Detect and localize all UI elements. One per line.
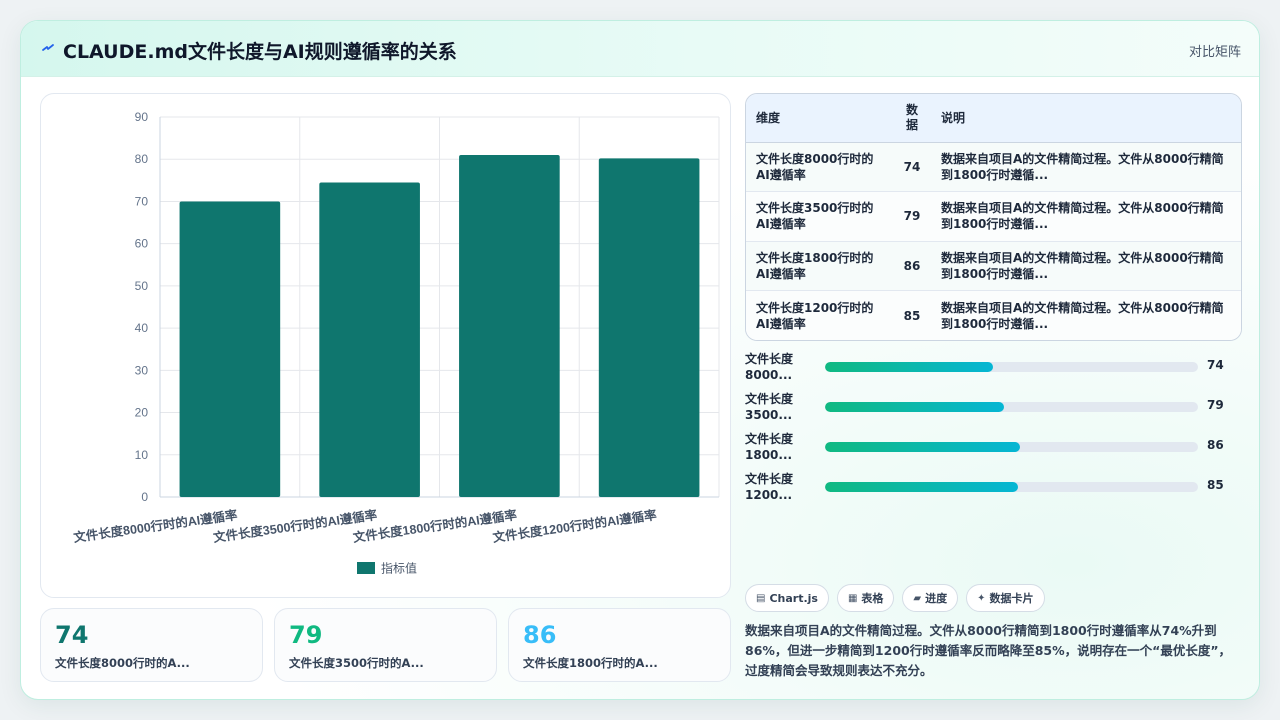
tag-chartjs[interactable]: ▤ Chart.js <box>745 584 829 612</box>
bar <box>179 201 281 497</box>
progress-label: 文件长度 1200... <box>745 472 794 502</box>
stat-label: 文件长度8000行时的A... <box>55 656 190 670</box>
progress-fill <box>825 442 1021 452</box>
table-cell-dimension: 文件长度1800行时的AI遵循率 <box>746 241 893 291</box>
tag-data-card[interactable]: ✦ 数据卡片 <box>966 584 1045 612</box>
tag-label: Chart.js <box>769 591 818 605</box>
progress-row: 文件长度 8000... 74 <box>745 351 1245 391</box>
dashboard-card: CLAUDE.md文件长度与AI规则遵循率的关系 对比矩阵 0 10 20 30 40 5… <box>20 20 1260 700</box>
compare-matrix-link[interactable]: 对比矩阵 <box>1189 41 1241 60</box>
y-tick-label: 70 <box>135 194 149 208</box>
legend-swatch <box>357 562 375 574</box>
table-cell-description: 数据来自项目A的文件精简过程。文件从8000行精简到1800行时遵循... <box>931 191 1241 242</box>
table-row: 文件长度1800行时的AI遵循率 86 数据来自项目A的文件精简过程。文件从80… <box>746 241 1241 291</box>
tag-progress[interactable]: ▰ 进度 <box>902 584 959 612</box>
stat-value: 74 <box>55 621 89 649</box>
bar-chart-panel: 0 10 20 30 40 50 60 70 80 90 文件长度8000行时的AI遵循率 文件长度3… <box>40 93 731 598</box>
progress-fill <box>825 362 993 372</box>
stat-label: 文件长度1800行时的A... <box>523 656 658 670</box>
progress-label: 文件长度 8000... <box>745 352 794 382</box>
progress-row: 文件长度 1800... 86 <box>745 431 1245 471</box>
progress-value: 79 <box>1207 398 1224 412</box>
bar <box>319 182 420 497</box>
tag-label: 表格 <box>861 592 884 605</box>
table-header-row: 维度 数据 说明 <box>746 94 1241 143</box>
progress-label: 文件长度 3500... <box>745 392 794 422</box>
tag-label: 数据卡片 <box>989 592 1034 605</box>
progress-value: 74 <box>1207 358 1224 372</box>
y-tick-label: 60 <box>135 237 149 251</box>
y-tick-label: 10 <box>135 448 149 462</box>
table-icon: ▦ <box>847 592 858 604</box>
table-cell-value: 79 <box>893 191 931 242</box>
table-cell-value: 74 <box>893 142 931 192</box>
table-cell-dimension: 文件长度1200行时的AI遵循率 <box>746 290 893 340</box>
table-header-description: 说明 <box>931 94 1241 143</box>
y-tick-label: 30 <box>135 363 149 377</box>
data-table: 维度 数据 说明 文件长度8000行时的AI遵循率 74 数据来自项目A的文件精… <box>746 94 1241 340</box>
stat-card: 86 文件长度1800行时的A... <box>508 608 731 682</box>
y-tick-label: 40 <box>135 321 149 335</box>
header: CLAUDE.md文件长度与AI规则遵循率的关系 对比矩阵 <box>21 21 1259 77</box>
table-header-dimension: 维度 <box>746 94 893 143</box>
y-tick-label: 80 <box>135 152 149 166</box>
progress-track <box>825 362 1198 372</box>
progress-value: 86 <box>1207 438 1224 452</box>
x-tick-label: 文件长度1200行时的AI遵循率 <box>492 507 658 545</box>
progress-value: 85 <box>1207 478 1224 492</box>
lightning-icon <box>42 44 54 51</box>
progress-track <box>825 402 1198 412</box>
tag-list: ▤ Chart.js ▦ 表格 ▰ 进度 ✦ 数据卡片 <box>745 584 1045 612</box>
progress-fill <box>825 482 1018 492</box>
table-cell-description: 数据来自项目A的文件精简过程。文件从8000行精简到1800行时遵循... <box>931 290 1241 340</box>
table-cell-description: 数据来自项目A的文件精简过程。文件从8000行精简到1800行时遵循... <box>931 241 1241 291</box>
y-tick-label: 50 <box>135 279 149 293</box>
progress-track <box>825 442 1198 452</box>
tag-label: 进度 <box>925 592 948 605</box>
bar-chart: 0102030405060708090文件长度8000行时的AI遵循率文件长度3… <box>73 110 720 576</box>
progress-label: 文件长度 1800... <box>745 432 794 462</box>
tag-table[interactable]: ▦ 表格 <box>836 584 895 612</box>
summary-text: 数据来自项目A的文件精简过程。文件从8000行精简到1800行时遵循率从74%升… <box>745 623 1232 678</box>
progress-list: 文件长度 8000... 74 文件长度 3500... 79 文件长度 1800..… <box>745 351 1245 511</box>
stat-value: 86 <box>523 621 557 649</box>
stat-card: 74 文件长度8000行时的A... <box>40 608 263 682</box>
legend-label: 指标值 <box>381 561 417 576</box>
table-row: 文件长度3500行时的AI遵循率 79 数据来自项目A的文件精简过程。文件从80… <box>746 191 1241 242</box>
table-cell-value: 85 <box>893 290 931 340</box>
data-table-panel: 维度 数据 说明 文件长度8000行时的AI遵循率 74 数据来自项目A的文件精… <box>745 93 1242 341</box>
table-cell-value: 86 <box>893 241 931 291</box>
bar <box>459 155 560 497</box>
progress-track <box>825 482 1198 492</box>
y-tick-label: 0 <box>141 490 148 504</box>
bar <box>598 158 700 497</box>
chart-icon: ▤ <box>756 592 766 604</box>
progress-icon: ▰ <box>913 592 922 604</box>
sparkle-icon: ✦ <box>977 592 986 604</box>
table-row: 文件长度8000行时的AI遵循率 74 数据来自项目A的文件精简过程。文件从80… <box>746 142 1241 192</box>
table-header-data: 数据 <box>893 94 931 143</box>
y-tick-label: 90 <box>135 110 149 124</box>
page-title: CLAUDE.md文件长度与AI规则遵循率的关系 <box>63 41 457 63</box>
progress-row: 文件长度 3500... 79 <box>745 391 1245 431</box>
table-cell-dimension: 文件长度3500行时的AI遵循率 <box>746 191 893 242</box>
stat-value: 79 <box>289 621 323 649</box>
table-cell-dimension: 文件长度8000行时的AI遵循率 <box>746 142 893 192</box>
progress-row: 文件长度 1200... 85 <box>745 471 1245 511</box>
table-cell-description: 数据来自项目A的文件精简过程。文件从8000行精简到1800行时遵循... <box>931 142 1241 192</box>
y-tick-label: 20 <box>135 406 149 420</box>
stat-card: 79 文件长度3500行时的A... <box>274 608 497 682</box>
table-row: 文件长度1200行时的AI遵循率 85 数据来自项目A的文件精简过程。文件从80… <box>746 290 1241 340</box>
stat-label: 文件长度3500行时的A... <box>289 656 424 670</box>
progress-fill <box>825 402 1005 412</box>
table-header-data-label: 数据 <box>905 102 918 132</box>
